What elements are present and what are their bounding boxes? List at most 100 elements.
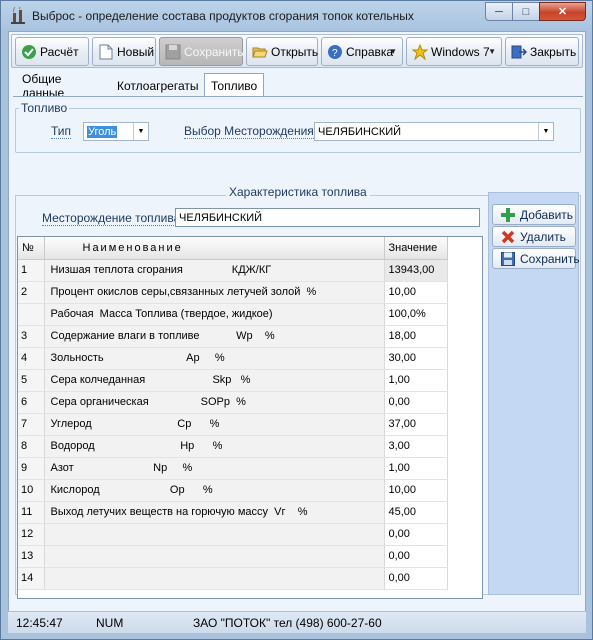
row-value-cell[interactable]: 1,00	[384, 369, 448, 392]
row-value-cell[interactable]: 10,00	[384, 479, 448, 502]
column-header-value[interactable]: Значение	[384, 237, 448, 260]
row-number-cell[interactable]: 13	[18, 545, 45, 568]
chevron-down-icon[interactable]: ▼	[133, 123, 148, 140]
check-icon	[21, 44, 37, 60]
tab-fuel[interactable]: Топливо	[204, 73, 265, 97]
row-name-cell[interactable]	[44, 523, 385, 546]
minimize-button[interactable]: ─	[485, 2, 512, 21]
help-button[interactable]: ? Справка ▼	[321, 37, 403, 66]
column-header-num[interactable]: №	[18, 237, 45, 260]
tab-boilers[interactable]: Котлоагрегаты	[110, 75, 206, 96]
fuel-type-select[interactable]: Уголь ▼	[83, 122, 149, 141]
table-row[interactable]: 14 0,00	[18, 567, 448, 590]
row-number-cell[interactable]: 8	[18, 435, 45, 458]
row-number-cell[interactable]: 6	[18, 391, 45, 414]
delete-button[interactable]: Удалить	[492, 226, 576, 247]
row-value-cell[interactable]: 30,00	[384, 347, 448, 370]
table-row[interactable]: Рабочая Масса Топлива (твердое, жидкое) 1…	[18, 303, 448, 326]
row-value-cell[interactable]: 18,00	[384, 325, 448, 348]
row-name-cell[interactable]: Сера колчеданная Skp %	[44, 369, 385, 392]
row-value-cell[interactable]: 1,00	[384, 457, 448, 480]
table-row[interactable]: 4 Зольность Ap % 30,00	[18, 347, 448, 370]
row-number-cell[interactable]: 2	[18, 281, 45, 304]
row-value-cell[interactable]: 0,00	[384, 391, 448, 414]
table-row[interactable]: 11 Выход летучих веществ на горючую массу…	[18, 501, 448, 524]
tab-general-data[interactable]: Общие данные	[15, 72, 71, 100]
table-row[interactable]: 9 Азот Np % 1,00	[18, 457, 448, 480]
maximize-button[interactable]: □	[512, 2, 539, 21]
column-header-name[interactable]: Наименование	[44, 237, 385, 260]
row-name-cell[interactable]: Водород Hp %	[44, 435, 385, 458]
row-value-cell[interactable]: 3,00	[384, 435, 448, 458]
row-number-cell[interactable]	[18, 303, 45, 326]
row-number-cell[interactable]: 7	[18, 413, 45, 436]
row-value-cell[interactable]: 0,00	[384, 523, 448, 546]
row-value-cell[interactable]: 100,0%	[384, 303, 448, 326]
table-row[interactable]: 7 Углерод Cp % 37,00	[18, 413, 448, 436]
row-value-cell[interactable]: 37,00	[384, 413, 448, 436]
close-app-button[interactable]: Закрыть	[505, 37, 579, 66]
row-number-cell[interactable]: 5	[18, 369, 45, 392]
row-name-cell[interactable]: Зольность Ap %	[44, 347, 385, 370]
deposit-select-value: ЧЕЛЯБИНСКИЙ	[318, 125, 402, 138]
deposit-select-label: Выбор Месторождения	[184, 124, 314, 139]
row-name-cell[interactable]	[44, 567, 385, 590]
save-toolbar-button[interactable]: Сохранить	[159, 37, 244, 66]
row-number-cell[interactable]: 10	[18, 479, 45, 502]
deposit-field[interactable]: ЧЕЛЯБИНСКИЙ	[175, 208, 480, 227]
row-number-cell[interactable]: 3	[18, 325, 45, 348]
table-row[interactable]: 3 Содержание влаги в топливе Wp % 18,00	[18, 325, 448, 348]
open-button[interactable]: Открыть	[246, 37, 318, 66]
table-row[interactable]: 2 Процент окислов серы,связанных летучей …	[18, 281, 448, 304]
row-name-cell[interactable]: Низшая теплота сгорания КДЖ/КГ	[44, 259, 385, 282]
status-num: NUM	[96, 616, 124, 630]
row-value-cell[interactable]: 0,00	[384, 567, 448, 590]
row-number-cell[interactable]: 14	[18, 567, 45, 590]
chevron-down-icon[interactable]: ▼	[538, 123, 553, 140]
table-row[interactable]: 10 Кислород Op % 10,00	[18, 479, 448, 502]
row-number-cell[interactable]: 1	[18, 259, 45, 282]
chevron-down-icon: ▼	[389, 47, 397, 56]
windows-theme-button[interactable]: Windows 7 ▼	[406, 37, 502, 66]
add-button[interactable]: Добавить	[492, 204, 576, 225]
table-row[interactable]: 1 Низшая теплота сгорания КДЖ/КГ 13943,00	[18, 259, 448, 282]
row-name-cell[interactable]: Азот Np %	[44, 457, 385, 480]
row-name-cell[interactable]: Кислород Op %	[44, 479, 385, 502]
row-number-cell[interactable]: 12	[18, 523, 45, 546]
row-name-cell[interactable]: Выход летучих веществ на горючую массу V…	[44, 501, 385, 524]
table-row[interactable]: 5 Сера колчеданная Skp % 1,00	[18, 369, 448, 392]
add-label: Добавить	[520, 207, 574, 222]
new-button[interactable]: Новый	[92, 37, 156, 66]
row-value-cell[interactable]: 45,00	[384, 501, 448, 524]
row-number-cell[interactable]: 11	[18, 501, 45, 524]
row-name-cell[interactable]: Углерод Cp %	[44, 413, 385, 436]
row-value-cell[interactable]: 13943,00	[384, 259, 448, 282]
window-title: Выброс - определение состава продуктов с…	[32, 9, 414, 23]
table-row[interactable]: 6 Сера органическая SOPp % 0,00	[18, 391, 448, 414]
row-number-cell[interactable]: 9	[18, 457, 45, 480]
svg-text:?: ?	[332, 48, 338, 59]
row-name-cell[interactable]: Сера органическая SOPp %	[44, 391, 385, 414]
row-value-cell[interactable]: 0,00	[384, 545, 448, 568]
row-name-cell[interactable]	[44, 545, 385, 568]
exit-icon	[511, 44, 527, 60]
row-value-cell[interactable]: 10,00	[384, 281, 448, 304]
save-label: Сохранить	[520, 251, 580, 266]
deposit-select[interactable]: ЧЕЛЯБИНСКИЙ ▼	[314, 122, 554, 141]
row-name-cell[interactable]: Процент окислов серы,связанных летучей з…	[44, 281, 385, 304]
row-name-cell[interactable]: Содержание влаги в топливе Wp %	[44, 325, 385, 348]
table-row[interactable]: 12 0,00	[18, 523, 448, 546]
table-row[interactable]: 13 0,00	[18, 545, 448, 568]
side-panel: Добавить Удалить Сохранить	[488, 192, 580, 595]
row-name-cell[interactable]: Рабочая Масса Топлива (твердое, жидкое)	[44, 303, 385, 326]
close-icon: ✕	[557, 6, 568, 18]
help-icon: ?	[327, 44, 343, 60]
close-window-button[interactable]: ✕	[539, 2, 586, 21]
title-bar[interactable]: Выброс - определение состава продуктов с…	[1, 1, 592, 31]
row-number-cell[interactable]: 4	[18, 347, 45, 370]
status-company: ЗАО "ПОТОК" тел (498) 600-27-60	[193, 616, 382, 630]
table-row[interactable]: 8 Водород Hp % 3,00	[18, 435, 448, 458]
save-button[interactable]: Сохранить	[492, 248, 580, 269]
calc-label: Расчёт	[40, 44, 79, 59]
calc-button[interactable]: Расчёт	[15, 37, 89, 66]
